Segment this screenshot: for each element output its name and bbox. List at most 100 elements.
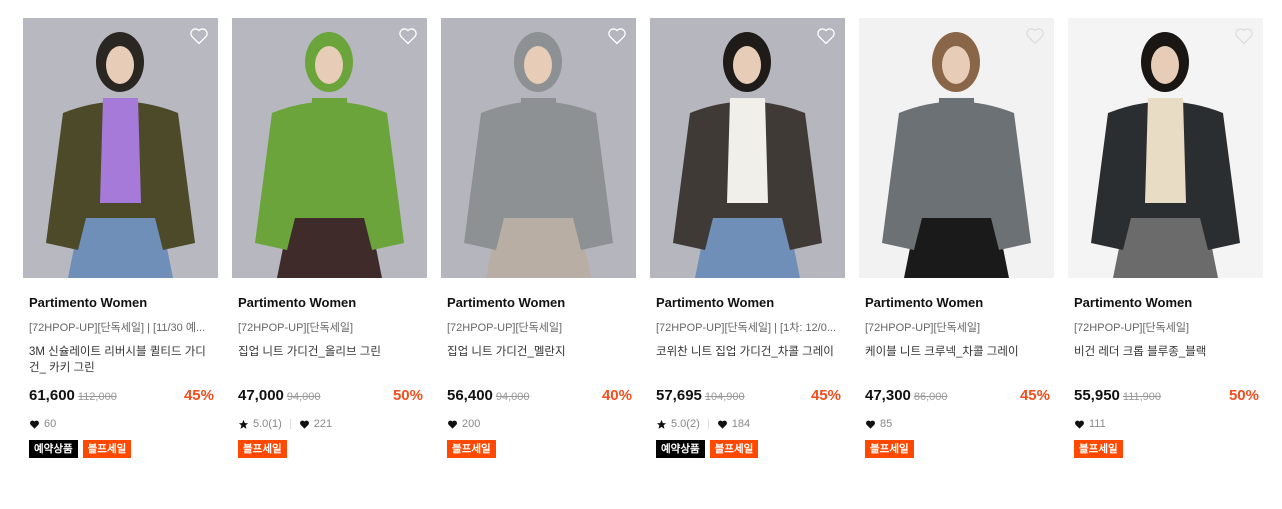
likes: 85 — [865, 418, 892, 430]
original-price: 112,000 — [77, 391, 117, 403]
product-card[interactable]: Partimento Women [72HPOP-UP][단독세일] 케이블 니… — [859, 18, 1054, 458]
product-grid: Partimento Women [72HPOP-UP][단독세일] | [11… — [23, 18, 1263, 458]
product-meta: 5.0(2) 184 — [656, 417, 841, 431]
promo-label: [72HPOP-UP][단독세일] — [238, 322, 354, 334]
product-photo — [23, 18, 218, 278]
meta-divider — [289, 419, 291, 429]
product-meta: 60 — [29, 417, 214, 431]
tag-list: 블프세일 — [1074, 440, 1259, 458]
product-name[interactable]: 코위찬 니트 집업 가디건_차콜 그레이 — [656, 344, 841, 378]
original-price: 86,000 — [913, 391, 948, 403]
brand-name[interactable]: Partimento Women — [29, 295, 214, 311]
product-card[interactable]: Partimento Women [72HPOP-UP][단독세일] 집업 니트… — [232, 18, 427, 458]
discount-rate: 40% — [601, 387, 632, 404]
rating-value: 5.0(1) — [253, 418, 282, 430]
product-card[interactable]: Partimento Women [72HPOP-UP][단독세일] | [1차… — [650, 18, 845, 458]
discount-rate: 45% — [810, 387, 841, 404]
product-name[interactable]: 비건 레더 크롭 블루종_블랙 — [1074, 344, 1259, 378]
brand-name[interactable]: Partimento Women — [447, 295, 632, 311]
original-price: 94,000 — [286, 391, 321, 403]
product-name[interactable]: 케이블 니트 크루넥_차콜 그레이 — [865, 344, 1050, 378]
discount-rate: 50% — [392, 387, 423, 404]
likes-count: 184 — [731, 418, 751, 430]
tag-list: 블프세일 — [238, 440, 423, 458]
discount-rate: 45% — [1019, 387, 1050, 404]
brand-name[interactable]: Partimento Women — [656, 295, 841, 311]
product-meta: 85 — [865, 417, 1050, 431]
sale-tag: 블프세일 — [447, 440, 496, 458]
meta-divider — [707, 419, 709, 429]
product-image[interactable] — [1068, 18, 1263, 278]
original-price: 104,900 — [704, 391, 745, 403]
product-image[interactable] — [23, 18, 218, 278]
price-row: 57,695 104,900 45% — [656, 387, 841, 407]
wishlist-heart-icon[interactable] — [816, 26, 836, 46]
product-image[interactable] — [441, 18, 636, 278]
promo-label: [72HPOP-UP][단독세일] | [11/30 예... — [29, 322, 206, 334]
star-icon — [238, 419, 249, 429]
discount-rate: 50% — [1228, 387, 1259, 404]
rating: 5.0(1) — [238, 418, 282, 430]
wishlist-heart-icon[interactable] — [607, 26, 627, 46]
product-card[interactable]: Partimento Women [72HPOP-UP][단독세일] | [11… — [23, 18, 218, 458]
brand-name[interactable]: Partimento Women — [238, 295, 423, 311]
likes-heart-icon — [866, 420, 875, 429]
brand-name[interactable]: Partimento Women — [865, 295, 1050, 311]
product-image[interactable] — [232, 18, 427, 278]
product-card[interactable]: Partimento Women [72HPOP-UP][단독세일] 비건 레더… — [1068, 18, 1263, 458]
sale-tag: 블프세일 — [82, 440, 132, 458]
product-photo — [650, 18, 845, 278]
original-price: 94,000 — [495, 391, 530, 403]
product-photo — [1068, 18, 1263, 278]
likes: 200 — [447, 418, 480, 430]
promo-label: [72HPOP-UP][단독세일] — [865, 322, 981, 334]
preorder-tag: 예약상품 — [656, 440, 705, 458]
brand-name[interactable]: Partimento Women — [1074, 295, 1259, 311]
product-image[interactable] — [650, 18, 845, 278]
tag-list: 예약상품 블프세일 — [656, 440, 841, 458]
rating: 5.0(2) — [656, 418, 700, 430]
product-name[interactable]: 집업 니트 가디건_멜란지 — [447, 344, 632, 378]
wishlist-heart-icon[interactable] — [189, 26, 209, 46]
star-icon — [656, 419, 667, 429]
sale-tag: 블프세일 — [1074, 440, 1123, 458]
sale-price: 47,000 — [238, 387, 284, 404]
wishlist-heart-icon[interactable] — [1234, 26, 1254, 46]
sale-price: 47,300 — [865, 387, 911, 404]
likes: 60 — [29, 418, 56, 430]
product-meta: 111 — [1074, 417, 1259, 431]
sale-price: 56,400 — [447, 387, 493, 404]
likes-heart-icon — [717, 420, 727, 429]
price-row: 61,600 112,000 45% — [29, 387, 214, 407]
rating-value: 5.0(2) — [671, 418, 700, 430]
product-meta: 5.0(1) 221 — [238, 417, 423, 431]
price-row: 56,400 94,000 40% — [447, 387, 632, 407]
sale-price: 55,950 — [1074, 387, 1120, 404]
sale-tag: 블프세일 — [238, 440, 287, 458]
product-photo — [859, 18, 1054, 278]
promo-label: [72HPOP-UP][단독세일] — [1074, 322, 1190, 334]
promo-label: [72HPOP-UP][단독세일] | [1차: 12/0... — [656, 322, 837, 334]
original-price: 111,900 — [1122, 391, 1162, 403]
price-row: 55,950 111,900 50% — [1074, 387, 1259, 407]
likes-count: 111 — [1089, 418, 1106, 430]
likes: 221 — [299, 418, 332, 430]
sale-price: 57,695 — [656, 387, 702, 404]
likes-heart-icon — [1075, 420, 1084, 429]
product-name[interactable]: 집업 니트 가디건_올리브 그린 — [238, 344, 423, 378]
likes-heart-icon — [448, 420, 457, 429]
product-card[interactable]: Partimento Women [72HPOP-UP][단독세일] 집업 니트… — [441, 18, 636, 458]
product-photo — [441, 18, 636, 278]
likes-count: 85 — [880, 418, 893, 430]
product-name[interactable]: 3M 신슐레이트 리버시블 퀼티드 가디건_ 카키 그린 — [29, 344, 214, 378]
sale-tag: 블프세일 — [709, 440, 759, 458]
sale-tag: 블프세일 — [865, 440, 914, 458]
tag-list: 예약상품 블프세일 — [29, 440, 214, 458]
preorder-tag: 예약상품 — [29, 440, 78, 458]
likes-count: 221 — [313, 418, 333, 430]
promo-label: [72HPOP-UP][단독세일] — [447, 322, 563, 334]
product-image[interactable] — [859, 18, 1054, 278]
sale-price: 61,600 — [29, 387, 75, 404]
wishlist-heart-icon[interactable] — [1025, 26, 1045, 46]
wishlist-heart-icon[interactable] — [398, 26, 418, 46]
